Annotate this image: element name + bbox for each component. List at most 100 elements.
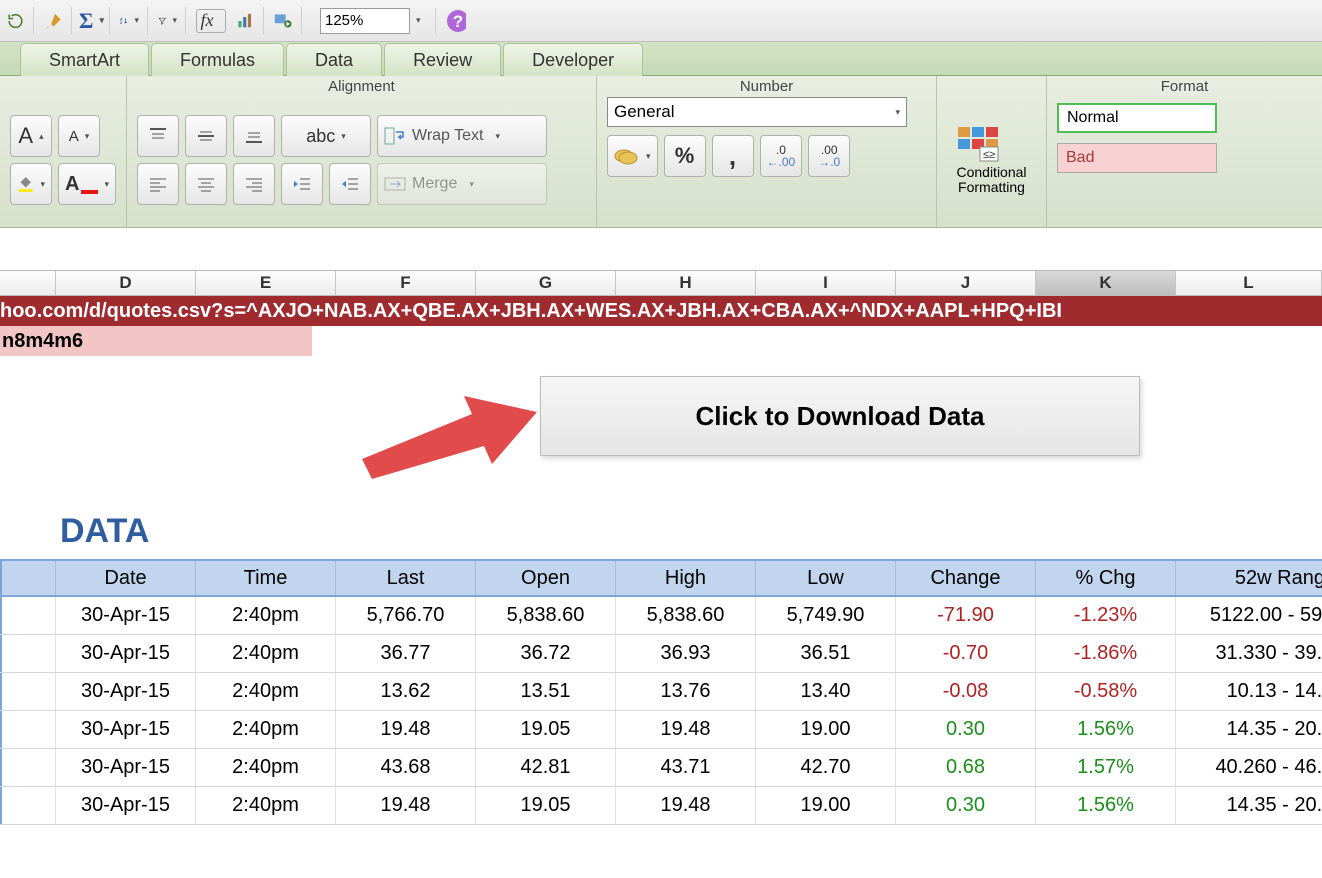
merge-button[interactable]: Merge▾: [377, 163, 547, 205]
increase-decimal-button[interactable]: .0←.00: [760, 135, 803, 177]
comma-button[interactable]: ,: [712, 135, 754, 177]
paintbrush-icon[interactable]: [44, 7, 72, 35]
table-cell: 19.48: [616, 711, 756, 748]
align-center-button[interactable]: [185, 163, 227, 205]
shrink-font-button[interactable]: A▾: [58, 115, 100, 157]
table-cell: 43.71: [616, 749, 756, 786]
align-bottom-button[interactable]: [233, 115, 275, 157]
wrap-text-button[interactable]: Wrap Text▾: [377, 115, 547, 157]
group-title-alignment: Alignment: [137, 78, 586, 97]
table-row[interactable]: 30-Apr-152:40pm36.7736.7236.9336.51-0.70…: [0, 635, 1322, 673]
help-icon[interactable]: ?: [446, 7, 474, 35]
quick-access-toolbar: Σ▾ AZ▾ ▾ fx 125% ▾ ?: [0, 0, 1322, 42]
table-cell: 19.00: [756, 787, 896, 824]
table-cell: 36.51: [756, 635, 896, 672]
currency-button[interactable]: ▾: [607, 135, 658, 177]
table-header[interactable]: % Chg: [1036, 561, 1176, 595]
increase-indent-button[interactable]: [329, 163, 371, 205]
table-row[interactable]: 30-Apr-152:40pm43.6842.8143.7142.700.681…: [0, 749, 1322, 787]
number-format-select[interactable]: General ▾: [607, 97, 907, 127]
cell-style-normal[interactable]: Normal: [1057, 103, 1217, 133]
table-header[interactable]: High: [616, 561, 756, 595]
filter-icon[interactable]: ▾: [158, 7, 186, 35]
table-header[interactable]: 52w Range: [1176, 561, 1322, 595]
table-cell: 30-Apr-15: [56, 711, 196, 748]
align-right-button[interactable]: [233, 163, 275, 205]
table-header[interactable]: Time: [196, 561, 336, 595]
table-header[interactable]: Low: [756, 561, 896, 595]
column-header-D[interactable]: D: [56, 271, 196, 295]
table-row[interactable]: 30-Apr-152:40pm5,766.705,838.605,838.605…: [0, 597, 1322, 635]
group-title-number: Number: [607, 78, 926, 97]
table-header[interactable]: Last: [336, 561, 476, 595]
table-cell: 40.260 - 46.950: [1176, 749, 1322, 786]
conditional-formatting-button[interactable]: ≤≥ Conditional Formatting: [956, 125, 1026, 196]
table-cell: 36.72: [476, 635, 616, 672]
column-header-corner[interactable]: [0, 271, 56, 295]
table-header[interactable]: Change: [896, 561, 1036, 595]
column-header-G[interactable]: G: [476, 271, 616, 295]
table-header[interactable]: Date: [56, 561, 196, 595]
cell-style-bad[interactable]: Bad: [1057, 143, 1217, 173]
table-cell: 14.35 - 20.06: [1176, 787, 1322, 824]
table-cell: 30-Apr-15: [56, 673, 196, 710]
table-cell: 0.30: [896, 787, 1036, 824]
column-header-H[interactable]: H: [616, 271, 756, 295]
table-cell: 2:40pm: [196, 787, 336, 824]
chart-icon[interactable]: [236, 7, 264, 35]
merge-label: Merge: [412, 175, 457, 193]
fx-icon[interactable]: fx: [196, 9, 226, 33]
orientation-button[interactable]: abc▾: [281, 115, 371, 157]
column-header-E[interactable]: E: [196, 271, 336, 295]
table-cell: [0, 597, 56, 634]
table-cell: 14.35 - 20.06: [1176, 711, 1322, 748]
table-cell: 30-Apr-15: [56, 749, 196, 786]
tab-smartart[interactable]: SmartArt: [20, 43, 149, 76]
sort-icon[interactable]: AZ▾: [120, 7, 148, 35]
table-cell: [0, 635, 56, 672]
download-data-button[interactable]: Click to Download Data: [540, 376, 1140, 456]
decrease-indent-button[interactable]: [281, 163, 323, 205]
grow-font-button[interactable]: A▴: [10, 115, 52, 157]
align-top-button[interactable]: [137, 115, 179, 157]
percent-button[interactable]: %: [664, 135, 706, 177]
zoom-value: 125%: [325, 12, 363, 29]
chevron-down-icon: ▾: [895, 107, 900, 118]
column-header-F[interactable]: F: [336, 271, 476, 295]
zoom-input[interactable]: 125%: [320, 8, 410, 34]
decrease-decimal-button[interactable]: .00→.0: [808, 135, 850, 177]
table-cell: 0.30: [896, 711, 1036, 748]
url-row-2-cell[interactable]: n8m4m6: [0, 326, 312, 356]
column-header-L[interactable]: L: [1176, 271, 1322, 295]
table-cell: 2:40pm: [196, 673, 336, 710]
table-cell: [0, 787, 56, 824]
url-row-2: n8m4m6: [0, 326, 1322, 356]
column-header-I[interactable]: I: [756, 271, 896, 295]
table-row[interactable]: 30-Apr-152:40pm19.4819.0519.4819.000.301…: [0, 711, 1322, 749]
column-header-K[interactable]: K: [1036, 271, 1176, 295]
tab-data[interactable]: Data: [286, 43, 382, 76]
svg-text:?: ?: [452, 12, 462, 31]
table-row[interactable]: 30-Apr-152:40pm13.6213.5113.7613.40-0.08…: [0, 673, 1322, 711]
conditional-formatting-label: Conditional Formatting: [956, 165, 1026, 196]
zoom-dropdown-icon[interactable]: ▾: [416, 15, 421, 26]
media-icon[interactable]: [274, 7, 302, 35]
table-cell: 19.48: [336, 787, 476, 824]
tab-developer[interactable]: Developer: [503, 43, 643, 76]
font-color-button[interactable]: A ▾: [58, 163, 116, 205]
autosum-icon[interactable]: Σ▾: [82, 7, 110, 35]
table-header[interactable]: Open: [476, 561, 616, 595]
table-cell: 2:40pm: [196, 597, 336, 634]
table-cell: 1.56%: [1036, 711, 1176, 748]
table-cell: 10.13 - 14.28: [1176, 673, 1322, 710]
table-row[interactable]: 30-Apr-152:40pm19.4819.0519.4819.000.301…: [0, 787, 1322, 825]
ribbon: A▴ A▾ ▾ A ▾ Alignment: [0, 76, 1322, 228]
column-header-J[interactable]: J: [896, 271, 1036, 295]
tab-review[interactable]: Review: [384, 43, 501, 76]
url-row-1[interactable]: hoo.com/d/quotes.csv?s=^AXJO+NAB.AX+QBE.…: [0, 296, 1322, 326]
fill-color-button[interactable]: ▾: [10, 163, 52, 205]
refresh-icon[interactable]: [6, 7, 34, 35]
align-middle-button[interactable]: [185, 115, 227, 157]
align-left-button[interactable]: [137, 163, 179, 205]
tab-formulas[interactable]: Formulas: [151, 43, 284, 76]
